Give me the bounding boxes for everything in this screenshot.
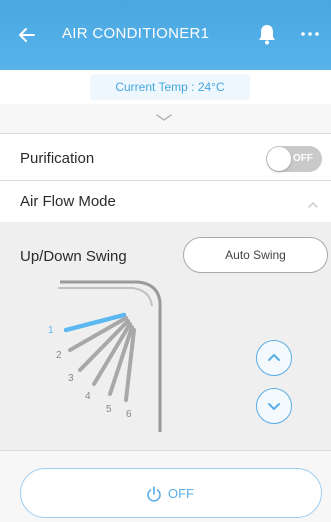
chevron-down-icon[interactable] (148, 108, 180, 128)
chevron-down-icon (268, 403, 280, 410)
header-bar: AIR CONDITIONER1 (0, 0, 331, 70)
power-button[interactable]: OFF (20, 468, 322, 518)
back-arrow-icon[interactable] (14, 22, 40, 48)
position-number-6: 6 (126, 409, 132, 420)
auto-swing-button[interactable]: Auto Swing (183, 237, 328, 273)
swing-position-diagram: 1 2 3 4 5 6 (48, 280, 162, 432)
temperature-bar: Current Temp : 24°C (0, 70, 331, 104)
divider (0, 450, 331, 451)
current-temp-label: Current Temp : 24°C (90, 74, 250, 100)
chevron-up-icon[interactable] (306, 197, 320, 208)
position-number-5: 5 (106, 404, 112, 415)
toggle-state-text: OFF (293, 153, 313, 164)
toggle-knob (267, 147, 291, 171)
swing-down-button[interactable] (256, 388, 292, 424)
power-icon (147, 486, 161, 502)
position-number-1: 1 (48, 325, 54, 336)
air-flow-mode-row[interactable]: Air Flow Mode (0, 181, 331, 222)
position-number-3: 3 (68, 373, 74, 384)
power-label: OFF (168, 486, 194, 501)
position-number-2: 2 (56, 350, 62, 361)
position-number-4: 4 (85, 391, 91, 402)
bell-icon[interactable] (256, 22, 278, 46)
app-screen: AIR CONDITIONER1 Current Temp : 24°C Pur… (0, 0, 331, 522)
more-icon[interactable] (296, 22, 324, 46)
swing-up-button[interactable] (256, 340, 292, 376)
chevron-up-icon (268, 354, 280, 361)
purification-label: Purification (20, 150, 95, 167)
purification-toggle[interactable]: OFF (266, 146, 322, 172)
purification-row: Purification OFF (0, 134, 331, 180)
page-title: AIR CONDITIONER1 (62, 25, 210, 42)
air-flow-mode-label: Air Flow Mode (20, 193, 116, 210)
swing-panel: Up/Down Swing Auto Swing 1 2 3 4 5 6 (0, 222, 331, 450)
